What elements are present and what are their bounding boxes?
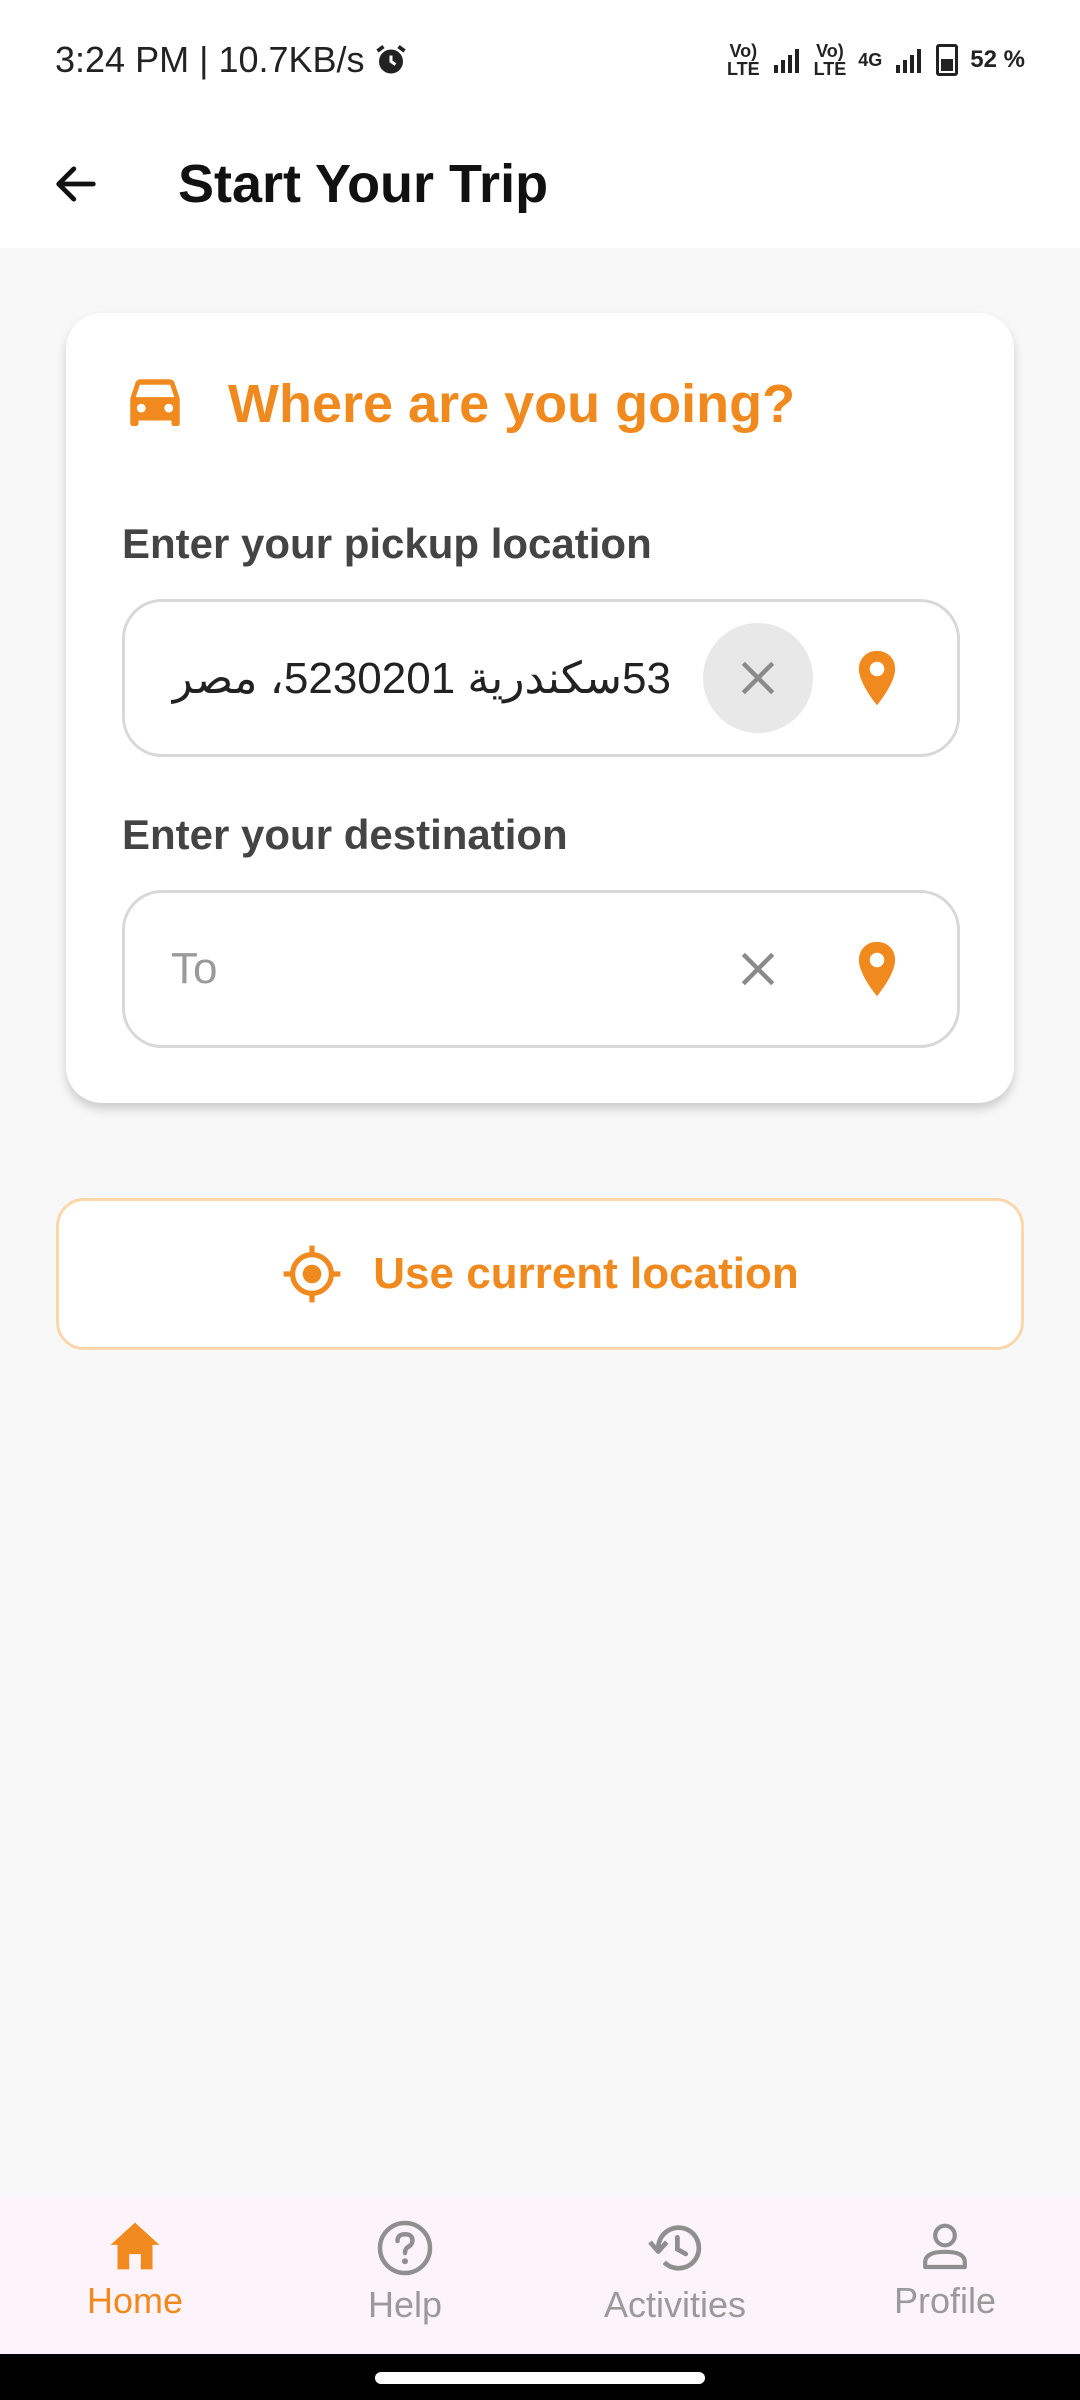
home-icon [110, 2222, 160, 2270]
nav-help[interactable]: Help [270, 2196, 540, 2354]
use-current-location-button[interactable]: Use current location [56, 1198, 1024, 1350]
volte-sim1: Vo) LTE [726, 41, 760, 79]
pickup-clear-button[interactable] [703, 623, 813, 733]
nav-activities-label: Activities [603, 2284, 747, 2325]
car-icon [130, 379, 180, 426]
nav-help-label: Help [367, 2284, 443, 2325]
status-right: Vo) LTE Vo) LTE 4G 52 % [727, 42, 1025, 78]
back-button[interactable] [36, 144, 116, 224]
signal-icon-sim1 [773, 49, 799, 73]
status-separator: | [189, 39, 219, 80]
gps-fixed-icon [283, 1245, 341, 1303]
page-title: Start Your Trip [178, 154, 549, 214]
pickup-input-value[interactable]: 53سكندرية 5230201، مصر [171, 653, 671, 704]
app-bar: Start Your Trip [0, 120, 1080, 248]
bottom-navigation: Home Help Activities Profile [0, 2196, 1080, 2354]
destination-label: Enter your destination [122, 811, 568, 858]
battery-icon [936, 44, 959, 76]
signal-icon-sim2 [896, 49, 922, 73]
destination-input[interactable]: To [122, 890, 960, 1048]
card-title: Where are you going? [228, 374, 796, 434]
location-pin-icon [858, 650, 896, 706]
arrow-back-icon [56, 166, 96, 202]
close-icon [741, 661, 775, 695]
person-icon [923, 2223, 967, 2270]
status-bar: 3:24 PM | 10.7KB/s Vo) LTE Vo) LTE 4G 52… [0, 0, 1080, 120]
status-speed: 10.7KB/s [218, 39, 365, 80]
card-header: Where are you going? [122, 373, 795, 435]
alarm-icon [375, 45, 406, 74]
trip-card: Where are you going? Enter your pickup l… [66, 313, 1014, 1103]
close-icon [741, 952, 775, 986]
nav-profile[interactable]: Profile [810, 2196, 1080, 2354]
nav-home-label: Home [86, 2280, 184, 2321]
nav-profile-label: Profile [893, 2280, 997, 2321]
network-type: 4G [858, 50, 883, 70]
nav-activities[interactable]: Activities [540, 2196, 810, 2354]
help-icon [377, 2220, 433, 2276]
destination-clear-button[interactable] [703, 914, 813, 1024]
use-current-location-label: Use current location [373, 1249, 799, 1298]
destination-placeholder[interactable]: To [171, 944, 671, 994]
pickup-label: Enter your pickup location [122, 520, 652, 567]
destination-map-pin-button[interactable] [837, 929, 917, 1009]
system-gesture-bar [0, 2354, 1080, 2400]
status-left: 3:24 PM | 10.7KB/s [55, 39, 409, 81]
gesture-handle[interactable] [375, 2372, 705, 2384]
pickup-map-pin-button[interactable] [837, 638, 917, 718]
nav-home[interactable]: Home [0, 2196, 270, 2354]
pickup-input[interactable]: 53سكندرية 5230201، مصر [122, 599, 960, 757]
volte-sim2: Vo) LTE [813, 41, 847, 79]
location-pin-icon [858, 941, 896, 997]
history-icon [648, 2225, 702, 2271]
status-time: 3:24 PM [55, 39, 190, 80]
battery-percent: 52 % [970, 46, 1025, 73]
